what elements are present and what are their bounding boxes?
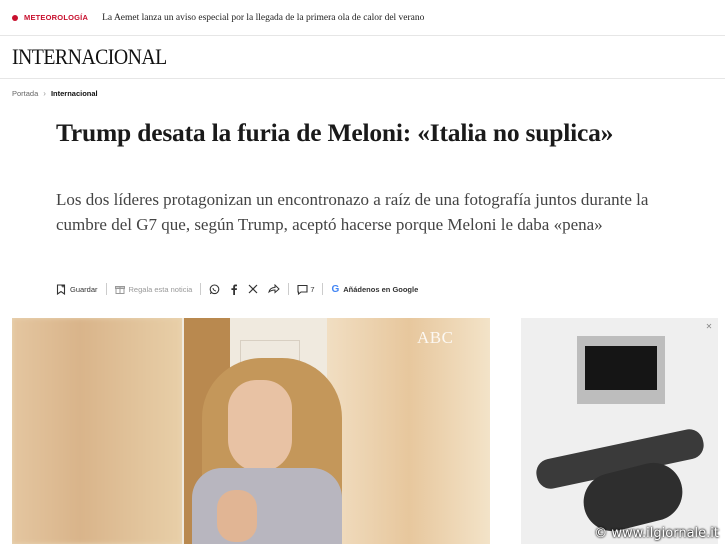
bookmark-icon: [56, 283, 66, 295]
article-title: Trump desata la furia de Meloni: «Italia…: [56, 118, 614, 147]
google-label: Añádenos en Google: [343, 284, 419, 294]
gift-article-button[interactable]: Regala esta noticia: [114, 284, 193, 294]
breadcrumb-current[interactable]: Internacional: [51, 89, 98, 98]
gift-label: Regala esta noticia: [128, 284, 193, 294]
breadcrumb-home[interactable]: Portada: [12, 89, 38, 98]
section-divider: [0, 78, 725, 79]
divider: [288, 283, 290, 295]
save-label: Guardar: [70, 284, 98, 294]
ticker-tag[interactable]: METEOROLOGÍA: [24, 13, 88, 22]
divider: [322, 283, 324, 295]
comments-count: 7: [310, 284, 315, 294]
article-actions-bar: Guardar Regala esta noticia 7 G Añádenos…: [56, 280, 418, 298]
source-watermark: © www.ilgiornale.it: [594, 526, 719, 541]
google-icon: G: [331, 283, 340, 295]
share-facebook-button[interactable]: [230, 284, 238, 295]
save-button[interactable]: Guardar: [56, 283, 98, 295]
add-google-source-button[interactable]: G Añádenos en Google: [331, 284, 418, 295]
comments-button[interactable]: 7: [297, 284, 314, 295]
gift-icon: [114, 286, 125, 294]
whatsapp-icon: [209, 283, 220, 294]
facebook-icon: [231, 284, 238, 295]
chevron-right-icon: ›: [43, 89, 46, 98]
alert-dot-icon: [12, 14, 18, 21]
share-icon: [268, 284, 281, 294]
ticker-headline[interactable]: La Aemet lanza un aviso especial por la …: [102, 13, 424, 23]
ad-close-icon[interactable]: ✕: [704, 322, 714, 332]
share-x-button[interactable]: [248, 284, 258, 294]
section-title[interactable]: INTERNACIONAL: [12, 44, 167, 70]
breadcrumb: Portada › Internacional: [12, 89, 98, 98]
share-button[interactable]: [268, 284, 281, 294]
x-icon: [248, 284, 258, 294]
article-subtitle: Los dos líderes protagonizan un encontro…: [56, 190, 649, 234]
advertisement[interactable]: ✕: [521, 318, 718, 544]
ad-product-image: [577, 336, 665, 404]
article-hero-video[interactable]: ABC: [12, 318, 490, 544]
comment-icon: [297, 284, 308, 295]
media-watermark: ABC: [417, 328, 454, 347]
divider: [200, 283, 202, 295]
divider: [105, 283, 107, 295]
breaking-news-ticker[interactable]: METEOROLOGÍA La Aemet lanza un aviso esp…: [0, 0, 725, 36]
share-whatsapp-button[interactable]: [209, 283, 220, 295]
